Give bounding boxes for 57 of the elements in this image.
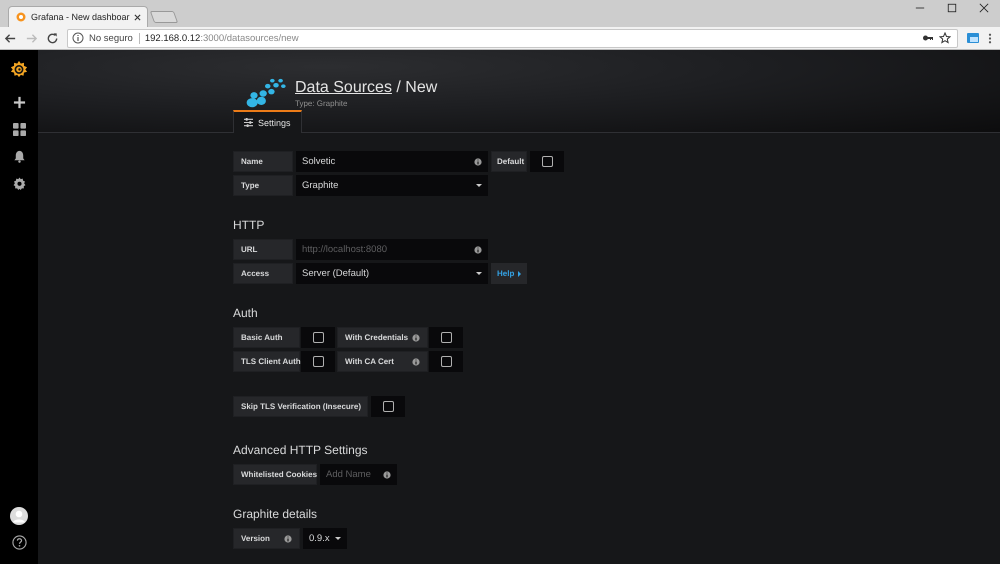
section-heading: Advanced HTTP Settings [233, 443, 369, 457]
caret-icon [476, 272, 482, 275]
caret-icon [476, 184, 482, 187]
caret-icon [518, 270, 522, 276]
field-label: Version [233, 528, 300, 549]
select-field[interactable]: 0.9.x [303, 528, 347, 549]
address-bar[interactable]: No seguro 192.168.0.12:3000/datasources/new [67, 28, 958, 48]
info-icon [72, 32, 84, 44]
select-field[interactable]: Graphite [296, 175, 488, 196]
input-field[interactable]: Solvetic [296, 151, 488, 172]
gear-icon[interactable] [12, 177, 26, 190]
checkbox[interactable] [440, 332, 452, 343]
logo-icon[interactable] [10, 60, 28, 78]
sliders-icon [244, 118, 253, 127]
caret-icon [335, 537, 341, 540]
field-label: Basic Auth [233, 327, 300, 348]
url-text: 192.168.0.12:3000/datasources/new [144, 32, 299, 44]
field-label: Default [491, 151, 527, 172]
close-icon[interactable] [979, 3, 989, 14]
field-label: Type [233, 175, 293, 196]
checkbox[interactable] [312, 332, 324, 343]
select-field[interactable]: Server (Default) [296, 263, 488, 284]
checkbox[interactable] [312, 356, 324, 367]
checkbox[interactable] [440, 356, 452, 367]
field-label: Skip TLS Verification (Insecure) [233, 396, 368, 417]
field-label: With CA Cert [337, 351, 428, 372]
star-icon[interactable] [939, 32, 951, 44]
checkbox[interactable] [382, 401, 394, 412]
extension-icon[interactable] [966, 31, 980, 46]
help-icon[interactable] [12, 535, 26, 550]
sun-icon [15, 11, 27, 24]
plus-icon[interactable] [12, 96, 26, 109]
field-label: Access [233, 263, 293, 284]
page-subtitle: Type: Graphite [295, 99, 348, 108]
checkbox[interactable] [542, 156, 552, 167]
field-label: TLS Client Auth [233, 351, 300, 372]
breadcrumb-link[interactable]: Data Sources [295, 79, 392, 96]
maximize-icon[interactable] [947, 3, 957, 14]
section-heading: HTTP [233, 218, 266, 232]
back-arrow-icon[interactable] [4, 32, 17, 45]
field-label: Name [233, 151, 293, 172]
bell-icon[interactable] [12, 150, 26, 163]
section-heading: Auth [233, 306, 259, 320]
field-label: URL [233, 239, 293, 260]
browser-tab[interactable]: Grafana - New dashboar [8, 6, 148, 28]
page-title: / New [396, 79, 438, 96]
settings-tab[interactable]: Settings [233, 110, 302, 133]
field-label: With Credentials [337, 327, 428, 348]
field-label: Whitelisted Cookies [233, 464, 317, 485]
help-button[interactable]: Help [491, 263, 528, 284]
close-icon[interactable] [134, 14, 141, 21]
section-heading: Graphite details [233, 507, 318, 521]
reload-icon[interactable] [46, 32, 59, 45]
menu-icon[interactable] [988, 32, 992, 45]
security-label: No seguro [89, 32, 140, 44]
grid-icon[interactable] [12, 123, 26, 136]
avatar-icon[interactable] [10, 507, 28, 525]
